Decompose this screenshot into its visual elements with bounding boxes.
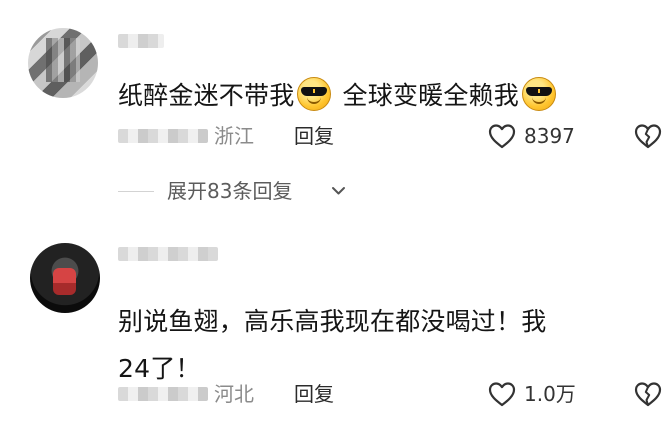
reply-button[interactable]: 回复 [294, 378, 334, 410]
avatar[interactable] [30, 243, 100, 313]
comment-item: 别说鱼翅，高乐高我现在都没喝过！我24了！ 河北 回复 1.0万 [0, 225, 672, 425]
like-button[interactable]: 1.0万 [486, 378, 594, 410]
comment-list: 纸醉金迷不带我 全球变暖全赖我 浙江 回复 8397 展开83条回复 别说鱼翅，… [0, 0, 672, 425]
blurred-time [118, 387, 208, 401]
sunglasses-emoji-icon [521, 77, 556, 111]
blurred-username[interactable] [118, 247, 218, 261]
chevron-down-icon [332, 187, 345, 195]
comment-text: 纸醉金迷不带我 全球变暖全赖我 [118, 72, 658, 119]
expand-replies-label: 展开83条回复 [167, 179, 293, 203]
like-count: 1.0万 [524, 382, 576, 406]
expand-replies-button[interactable]: 展开83条回复 [118, 174, 378, 208]
comment-text-part-2: 全球变暖全赖我 [334, 81, 519, 110]
broken-heart-icon[interactable] [632, 120, 664, 152]
like-button[interactable]: 8397 [486, 120, 594, 152]
avatar[interactable] [28, 28, 98, 98]
blurred-username[interactable] [118, 34, 164, 48]
reply-button[interactable]: 回复 [294, 120, 334, 152]
heart-outline-icon [488, 124, 516, 149]
blurred-time [118, 129, 208, 143]
heart-outline-icon [488, 382, 516, 407]
divider-line [118, 191, 154, 192]
location-label: 河北 [214, 382, 254, 406]
sunglasses-emoji-icon [297, 77, 332, 111]
comment-meta: 河北 回复 1.0万 [118, 378, 672, 410]
location-label: 浙江 [214, 124, 254, 148]
comment-meta: 浙江 回复 8397 [118, 120, 672, 152]
like-count: 8397 [524, 124, 575, 148]
comment-text-part-1: 纸醉金迷不带我 [118, 81, 295, 110]
broken-heart-icon[interactable] [632, 378, 664, 410]
comment-item: 纸醉金迷不带我 全球变暖全赖我 浙江 回复 8397 展开83条回复 [0, 0, 672, 225]
